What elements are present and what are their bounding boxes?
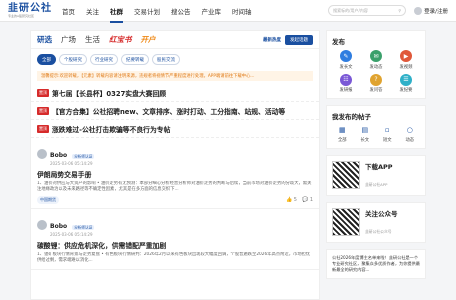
publish-card: 发布 ✎ 发长文 ✉ 发动态 ▶ 发视频 ☷ 发研报 ? 发问答 ☰ 发纪要 xyxy=(326,30,426,99)
nav-follow[interactable]: 关注 xyxy=(86,4,99,18)
feed-post: Bobo 分析师认证 2025-03-06 05:14:29 碳酸锂：供应危机深… xyxy=(31,209,319,270)
publish-status[interactable]: ✉ 发动态 xyxy=(362,50,390,70)
site-logo[interactable]: 韭研公社 专业的A股研究社区 xyxy=(8,2,52,18)
channel-tabs: 研选 广场 生活 红宝书 开户 最新热度 发起话题 xyxy=(31,31,319,49)
comment-icon[interactable]: 💬 1 xyxy=(302,197,313,203)
mine-long[interactable]: ▤ 长文 xyxy=(355,125,376,143)
nav-announcements[interactable]: 搜公告 xyxy=(171,4,191,18)
chip-industry[interactable]: 行业研究 xyxy=(90,54,118,65)
pinned-tag: 置顶 xyxy=(37,88,49,97)
nav-home[interactable]: 首页 xyxy=(62,4,75,18)
tab-yanxuan[interactable]: 研选 xyxy=(37,34,52,45)
pinned-title[interactable]: 【官方合集】公社招聘new、文章排序、涨时打动、工分指南、站规、活动等 xyxy=(52,106,285,116)
question-icon: ? xyxy=(370,73,382,86)
pinned-post[interactable]: 置顶 【官方合集】公社招聘new、文章排序、涨时打动、工分指南、站规、活动等 xyxy=(31,102,319,120)
wechat-sub: 韭研公社公众号 xyxy=(365,228,392,234)
post-title[interactable]: 碳酸锂：供应危机深化，供需错配严重加剧 xyxy=(37,240,313,250)
main-feed: 研选 广场 生活 红宝书 开户 最新热度 发起话题 全部 个股研究 行业研究 纪… xyxy=(30,30,320,300)
pinned-tag: 置顶 xyxy=(37,106,49,115)
grid-icon: ▦ xyxy=(338,126,346,134)
publish-minutes[interactable]: ☰ 发纪要 xyxy=(392,73,420,93)
post-body: 1、锂矿板块行情背景与走势复盘 • 有色板块行情研判：2026年2月以来有色板块… xyxy=(37,252,311,264)
nav-timeline[interactable]: 时间轴 xyxy=(232,4,252,18)
chip-stock[interactable]: 个股研究 xyxy=(59,54,87,65)
document-icon: ▤ xyxy=(361,126,369,134)
post-time: 2025-03-06 05:14:29 xyxy=(50,232,93,237)
download-app-card: 下载APP 韭研公社APP xyxy=(326,154,426,196)
video-icon: ▶ xyxy=(400,50,412,62)
right-sidebar: 发布 ✎ 发长文 ✉ 发动态 ▶ 发视频 ☷ 发研报 ? 发问答 ☰ 发纪要 我发布的帖子 … xyxy=(326,30,426,285)
wechat-card: 关注公众号 韭研公社公众号 xyxy=(326,201,426,243)
about-text: 公社2026年度博主名单来啦！韭研公社是一个专业研究社区，聚集众多优质作者，为你… xyxy=(332,254,420,273)
pinned-post[interactable]: 置顶 涨跌难过-公社打击欺骗等不良行为专帖 xyxy=(31,120,319,138)
publish-video[interactable]: ▶ 发视频 xyxy=(392,50,420,70)
like-icon[interactable]: 👍 5 xyxy=(286,197,297,203)
wechat-title: 关注公众号 xyxy=(365,209,398,218)
app-title: 下载APP xyxy=(365,162,393,171)
note-icon: ☰ xyxy=(400,73,412,86)
author-name[interactable]: Bobo xyxy=(50,223,67,230)
bubble-icon: ○ xyxy=(406,126,413,134)
article-icon: ✎ xyxy=(340,50,352,62)
wechat-qr-code xyxy=(332,208,360,236)
author-avatar[interactable] xyxy=(37,149,47,159)
author-badge: 分析师认证 xyxy=(72,224,95,230)
search-icon[interactable]: ⚲ xyxy=(398,8,401,13)
chip-exchange[interactable]: 股民交流 xyxy=(152,54,180,65)
chat-icon: ✉ xyxy=(370,50,382,62)
author-badge: 分析师认证 xyxy=(72,153,95,159)
latest-sort-link[interactable]: 最新热度 xyxy=(263,37,281,43)
publish-longform[interactable]: ✎ 发长文 xyxy=(332,50,360,70)
feed-post: Bobo 分析师认证 2025-03-06 05:14:29 伊朗局势交易手册 … xyxy=(31,138,319,209)
search-placeholder: 搜索标的/用户/内容 xyxy=(333,7,368,13)
nav-trade-plan[interactable]: 交易计划 xyxy=(134,4,160,18)
pinned-post[interactable]: 置顶 第七届【长县杯】0327实盘大赛回顾 xyxy=(31,84,319,102)
publish-report[interactable]: ☷ 发研报 xyxy=(332,73,360,93)
tab-shenghuo[interactable]: 生活 xyxy=(85,34,100,45)
tab-kaihu[interactable]: 开户 xyxy=(141,34,156,45)
post-time: 2025-03-06 05:14:29 xyxy=(50,161,93,166)
app-sub: 韭研公社APP xyxy=(365,181,388,187)
like-count: 5 xyxy=(293,197,297,203)
nav-community[interactable]: 社群 xyxy=(110,4,123,23)
mine-short[interactable]: ▫ 短文 xyxy=(377,125,398,143)
post-body: 1、油价对供应与大资产的影响 • 油价走势有无预测：本部分细心分析经营分析师对油… xyxy=(37,181,312,193)
mine-status[interactable]: ○ 动态 xyxy=(400,125,421,143)
login-label: 登录/注册 xyxy=(424,8,448,15)
notice-banner: 温馨提示:欢迎转载，【元素】转载内容请注明来源，违规者将视情节严重程度进行处理。… xyxy=(37,71,313,81)
main-nav: 首页 关注 社群 交易计划 搜公告 产业库 时间轴 xyxy=(62,4,252,23)
chip-all[interactable]: 全部 xyxy=(37,54,56,65)
logo-title: 韭研公社 xyxy=(8,2,52,14)
tab-guangchang[interactable]: 广场 xyxy=(61,34,76,45)
my-posts-title: 我发布的帖子 xyxy=(332,113,371,121)
logo-subtitle: 专业的A股研究社区 xyxy=(8,13,35,18)
author-avatar[interactable] xyxy=(37,220,47,230)
tab-hongbaoshu[interactable]: 红宝书 xyxy=(109,34,132,45)
app-qr-code xyxy=(332,161,360,189)
my-posts-card: 我发布的帖子 ▦ 全部 ▤ 长文 ▫ 短文 ○ 动态 xyxy=(326,105,426,149)
comment-count: 1 xyxy=(309,197,313,203)
publish-qa[interactable]: ? 发问答 xyxy=(362,73,390,93)
post-topic-button[interactable]: 发起话题 xyxy=(285,34,313,45)
chip-minutes[interactable]: 纪要转载 xyxy=(121,54,149,65)
publish-title: 发布 xyxy=(332,38,345,46)
page-icon: ▫ xyxy=(384,126,390,134)
search-input[interactable]: 搜索标的/用户/内容 ⚲ xyxy=(328,5,407,16)
filter-chips: 全部 个股研究 行业研究 纪要转载 股民交流 xyxy=(31,49,319,68)
login-button[interactable]: 登录/注册 xyxy=(414,6,448,15)
author-name[interactable]: Bobo xyxy=(50,152,67,159)
pinned-title[interactable]: 第七届【长县杯】0327实盘大赛回顾 xyxy=(52,88,166,98)
pinned-tag: 置顶 xyxy=(37,124,49,133)
avatar xyxy=(414,6,423,15)
top-navbar: 韭研公社 专业的A股研究社区 首页 关注 社群 交易计划 搜公告 产业库 时间轴… xyxy=(0,0,456,23)
report-icon: ☷ xyxy=(340,73,352,86)
post-source-tag[interactable]: 中国期货 xyxy=(37,196,59,204)
about-card: 公社2026年度博主名单来啦！韭研公社是一个专业研究社区，聚集众多优质作者，为你… xyxy=(326,248,426,280)
nav-industry[interactable]: 产业库 xyxy=(202,4,222,18)
pinned-title[interactable]: 涨跌难过-公社打击欺骗等不良行为专帖 xyxy=(52,124,170,134)
post-title[interactable]: 伊朗局势交易手册 xyxy=(37,169,313,179)
mine-all[interactable]: ▦ 全部 xyxy=(332,125,353,143)
